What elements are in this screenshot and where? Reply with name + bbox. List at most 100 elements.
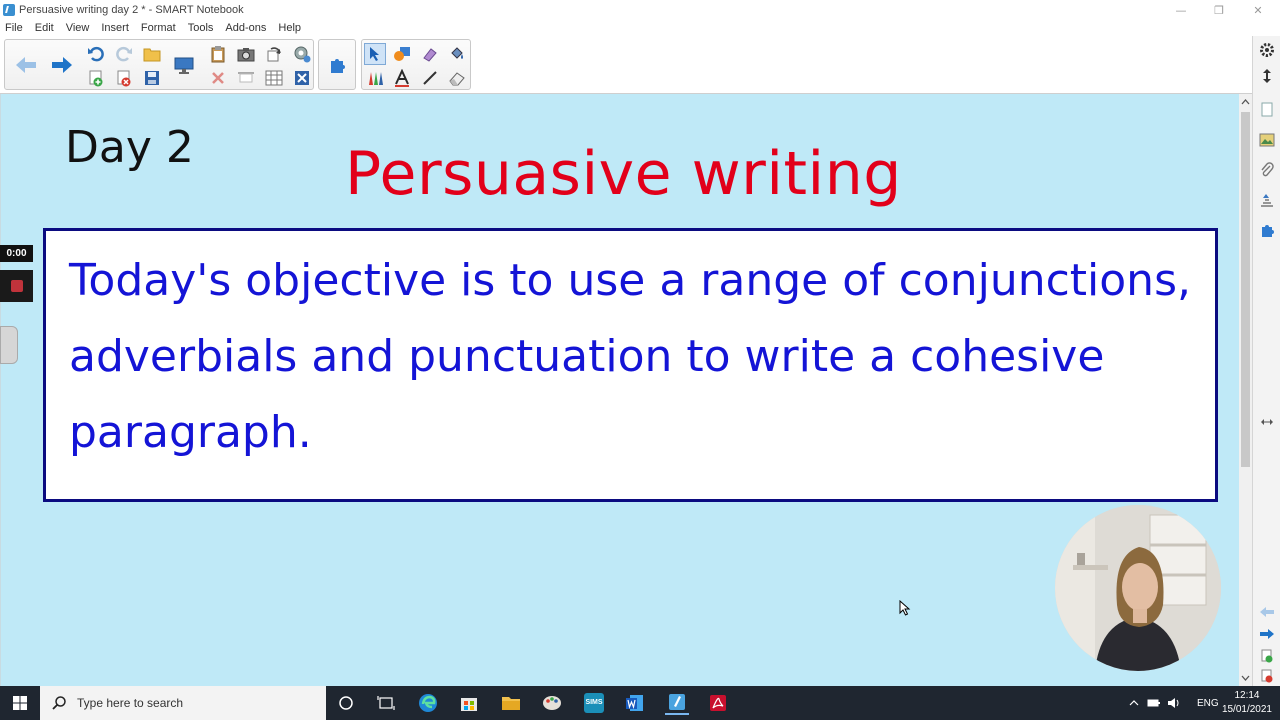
addon-button[interactable] bbox=[326, 54, 348, 76]
select-tool-button[interactable] bbox=[364, 43, 386, 65]
insert-table-button[interactable] bbox=[263, 67, 285, 89]
recording-timer: 0:00 bbox=[0, 245, 33, 262]
gallery-icon bbox=[1259, 133, 1275, 147]
screen-shade-button[interactable] bbox=[235, 67, 257, 89]
arrow-right-icon bbox=[52, 57, 72, 73]
store-taskbar-button[interactable] bbox=[457, 691, 481, 715]
page-sorter-tab[interactable] bbox=[1257, 100, 1277, 120]
open-file-button[interactable] bbox=[141, 43, 163, 65]
pens-tool-button[interactable] bbox=[364, 67, 386, 89]
battery-icon[interactable] bbox=[1147, 697, 1161, 709]
table-icon bbox=[265, 70, 283, 86]
task-view-icon bbox=[377, 696, 395, 710]
undo-button[interactable] bbox=[85, 43, 107, 65]
shapes-tool-button[interactable] bbox=[391, 43, 413, 65]
input-language[interactable]: ENG bbox=[1197, 698, 1219, 709]
next-page-button[interactable] bbox=[49, 52, 75, 78]
edge-taskbar-button[interactable] bbox=[416, 691, 440, 715]
sims-taskbar-button[interactable]: SIMS bbox=[582, 691, 606, 715]
start-button[interactable] bbox=[0, 686, 40, 720]
page-title[interactable]: Persuasive writing bbox=[345, 139, 902, 209]
camera-icon bbox=[237, 48, 255, 62]
redo-button[interactable] bbox=[113, 43, 135, 65]
menu-help[interactable]: Help bbox=[272, 22, 307, 34]
panel-delete-page-button[interactable] bbox=[1257, 666, 1277, 686]
restore-button[interactable]: ❐ bbox=[1200, 0, 1238, 20]
day-label[interactable]: Day 2 bbox=[65, 122, 194, 173]
title-bar: Persuasive writing day 2 * - SMART Noteb… bbox=[0, 0, 1280, 20]
notebook-page-canvas[interactable]: Day 2 Persuasive writing Today's objecti… bbox=[0, 94, 1239, 686]
menu-add-ons[interactable]: Add-ons bbox=[219, 22, 272, 34]
acrobat-taskbar-button[interactable] bbox=[706, 691, 730, 715]
hide-screen-button[interactable] bbox=[207, 67, 229, 89]
objective-box[interactable]: Today's objective is to use a range of c… bbox=[43, 228, 1218, 502]
menu-format[interactable]: Format bbox=[135, 22, 182, 34]
word-taskbar-button[interactable] bbox=[623, 691, 647, 715]
taskbar-search-box[interactable]: Type here to search bbox=[40, 686, 326, 720]
clock-time: 12:14 bbox=[1234, 690, 1260, 701]
line-icon bbox=[423, 71, 437, 85]
settings-button[interactable] bbox=[1257, 40, 1277, 60]
fill-tool-button[interactable] bbox=[446, 43, 468, 65]
menu-edit[interactable]: Edit bbox=[29, 22, 60, 34]
attachments-tab[interactable] bbox=[1257, 160, 1277, 180]
palette-icon bbox=[543, 696, 561, 710]
side-panel bbox=[1252, 36, 1280, 686]
gallery-tab[interactable] bbox=[1257, 130, 1277, 150]
panel-prev-page-button[interactable] bbox=[1257, 602, 1277, 622]
clock[interactable]: 12:14 15/01/2021 bbox=[1222, 689, 1272, 717]
eraser-tool-button[interactable] bbox=[446, 67, 468, 89]
fill-icon bbox=[451, 47, 463, 59]
display-screen-button[interactable] bbox=[173, 54, 195, 76]
arrow-left-icon bbox=[16, 57, 36, 73]
stop-recording-button[interactable] bbox=[0, 270, 33, 302]
line-tool-button[interactable] bbox=[419, 67, 441, 89]
chevron-up-icon[interactable] bbox=[1128, 698, 1140, 708]
panel-add-page-button[interactable] bbox=[1257, 646, 1277, 666]
paste-button[interactable] bbox=[207, 43, 229, 65]
arrow-left-icon bbox=[1260, 607, 1274, 617]
magic-pen-button[interactable] bbox=[419, 43, 441, 65]
menu-bar: File Edit View Insert Format Tools Add-o… bbox=[0, 20, 1280, 36]
properties-tab[interactable] bbox=[1257, 190, 1277, 210]
menu-tools[interactable]: Tools bbox=[182, 22, 220, 34]
objective-text[interactable]: Today's objective is to use a range of c… bbox=[69, 243, 1209, 471]
screen-capture-button[interactable] bbox=[235, 43, 257, 65]
puzzle-icon bbox=[1262, 225, 1274, 237]
paint-taskbar-button[interactable] bbox=[540, 691, 564, 715]
monitor-icon bbox=[174, 57, 194, 74]
minimize-button[interactable]: — bbox=[1162, 0, 1200, 20]
file-explorer-taskbar-button[interactable] bbox=[499, 691, 523, 715]
panel-next-page-button[interactable] bbox=[1257, 624, 1277, 644]
scrollbar-thumb[interactable] bbox=[1241, 112, 1250, 467]
gear-icon bbox=[294, 46, 311, 63]
side-drawer-handle[interactable] bbox=[0, 326, 18, 364]
properties-button[interactable] bbox=[291, 43, 313, 65]
menu-insert[interactable]: Insert bbox=[95, 22, 135, 34]
word-icon bbox=[626, 695, 643, 711]
paperclip-icon bbox=[1261, 162, 1274, 177]
previous-page-button[interactable] bbox=[13, 52, 39, 78]
search-placeholder: Type here to search bbox=[77, 696, 184, 710]
properties-icon bbox=[1261, 194, 1273, 207]
move-toolbar-button[interactable] bbox=[1257, 66, 1277, 86]
resize-panel-handle[interactable] bbox=[1257, 412, 1277, 432]
addons-tab[interactable] bbox=[1257, 220, 1277, 240]
volume-icon[interactable] bbox=[1167, 697, 1181, 709]
vertical-scrollbar[interactable] bbox=[1239, 94, 1252, 686]
menu-view[interactable]: View bbox=[60, 22, 96, 34]
menu-file[interactable]: File bbox=[0, 22, 29, 34]
delete-page-button[interactable] bbox=[113, 67, 135, 89]
smart-notebook-taskbar-button[interactable] bbox=[665, 691, 689, 715]
add-page-button[interactable] bbox=[85, 67, 107, 89]
scroll-down-icon[interactable] bbox=[1239, 672, 1252, 684]
close-tool-button[interactable] bbox=[291, 67, 313, 89]
close-button[interactable]: ✕ bbox=[1239, 0, 1277, 20]
stop-icon bbox=[10, 280, 23, 292]
rotate-button[interactable] bbox=[263, 43, 285, 65]
save-button[interactable] bbox=[141, 67, 163, 89]
cortana-button[interactable] bbox=[334, 691, 358, 715]
scroll-up-icon[interactable] bbox=[1239, 96, 1252, 108]
task-view-button[interactable] bbox=[374, 691, 398, 715]
text-tool-button[interactable] bbox=[391, 67, 413, 89]
